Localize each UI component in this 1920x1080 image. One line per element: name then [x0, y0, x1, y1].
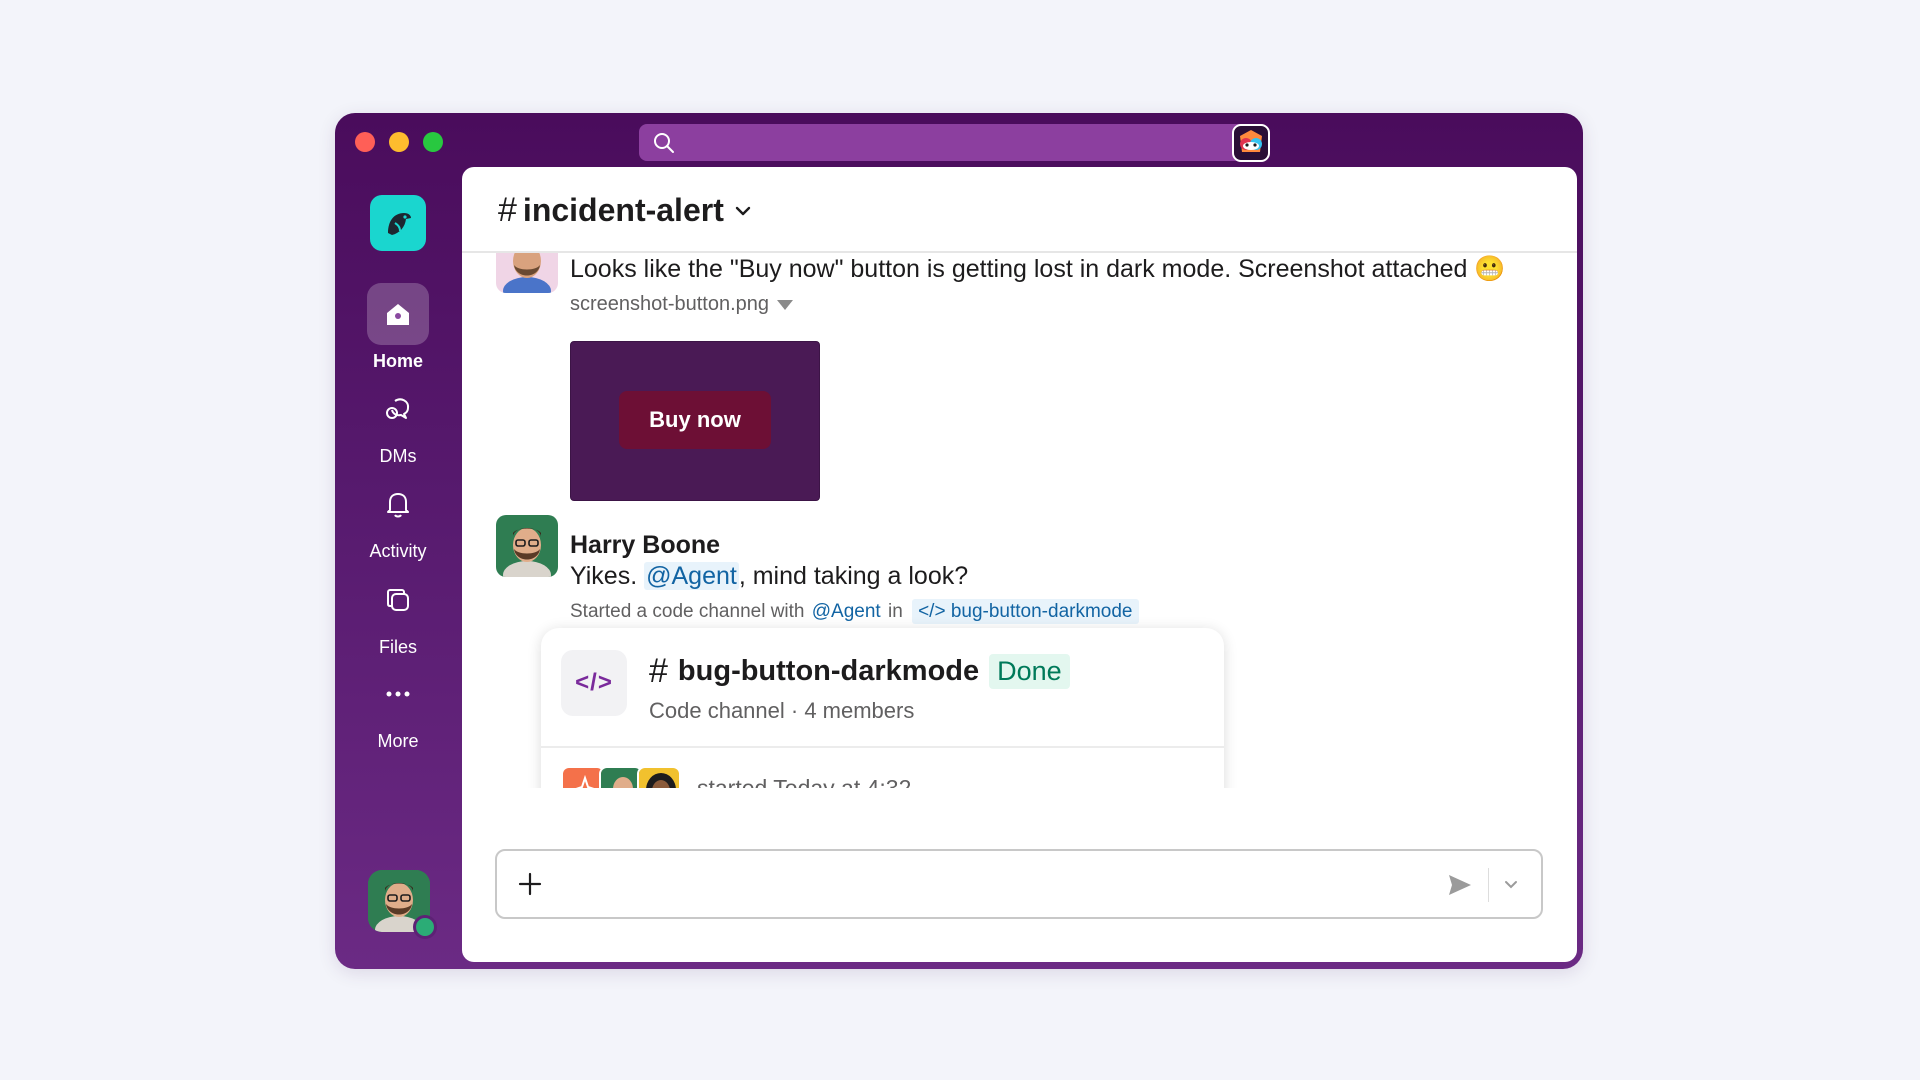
- user-photo-icon: [639, 768, 679, 788]
- sidebar-item-home[interactable]: Home: [335, 283, 461, 372]
- message-avatar[interactable]: [496, 253, 558, 293]
- search-input[interactable]: [639, 124, 1257, 161]
- card-started-time: started Today at 4:32: [697, 774, 912, 789]
- message-avatar[interactable]: [496, 515, 558, 577]
- sidebar-item-label: More: [377, 731, 419, 751]
- bell-icon: [367, 473, 429, 535]
- card-title: # bug-button-darkmode Done: [649, 652, 1070, 691]
- attach-button[interactable]: [517, 871, 543, 902]
- ai-assistant-button[interactable]: [1232, 124, 1270, 162]
- presence-indicator: [413, 915, 437, 939]
- divider: [1488, 868, 1489, 902]
- screenshot-preview[interactable]: Buy now: [570, 341, 820, 501]
- plus-icon: [518, 872, 542, 896]
- sidebar-item-label: Files: [378, 637, 417, 657]
- chevron-down-icon: [735, 206, 751, 215]
- minimize-window-button[interactable]: [389, 132, 409, 152]
- send-options-button[interactable]: [1503, 878, 1519, 897]
- send-button[interactable]: [1447, 873, 1473, 902]
- code-channel-card[interactable]: </> # bug-button-darkmode Done Code chan…: [541, 628, 1224, 788]
- sidebar: Home DMs Activity Files More: [335, 173, 461, 969]
- mention-link[interactable]: @Agent: [810, 601, 883, 622]
- status-badge: Done: [989, 654, 1070, 689]
- channel-header: # incident-alert: [462, 167, 1577, 253]
- sidebar-item-more[interactable]: More: [335, 663, 461, 752]
- message-author[interactable]: Harry Boone: [570, 531, 720, 560]
- zoom-window-button[interactable]: [423, 132, 443, 152]
- workspace-logo[interactable]: [370, 195, 426, 251]
- message-text: Looks like the "Buy now" button is getti…: [570, 255, 1506, 283]
- grimace-emoji-icon: 😬: [1474, 255, 1506, 283]
- channel-title[interactable]: # incident-alert: [498, 191, 754, 230]
- preview-buy-now-button: Buy now: [619, 391, 771, 449]
- ai-assistant-icon: [1240, 130, 1262, 152]
- search-icon: [654, 133, 674, 153]
- user-avatar[interactable]: [368, 870, 437, 939]
- sidebar-item-files[interactable]: Files: [335, 569, 461, 658]
- hash-icon: #: [649, 652, 668, 690]
- attachment-filename[interactable]: screenshot-button.png: [570, 293, 794, 316]
- message-list: Looks like the "Buy now" button is getti…: [462, 253, 1577, 788]
- card-subtitle: Code channel · 4 members: [649, 698, 915, 723]
- channel-view: # incident-alert Looks like the "Buy now…: [462, 167, 1577, 962]
- sidebar-item-label: Home: [372, 351, 423, 371]
- code-channel-link[interactable]: </> bug-button-darkmode: [912, 599, 1139, 624]
- user-photo-icon: [496, 515, 558, 577]
- divider: [541, 746, 1224, 748]
- app-window: Home DMs Activity Files More # incident-…: [335, 113, 1583, 969]
- caret-down-icon[interactable]: [777, 299, 794, 310]
- dms-icon: [367, 378, 429, 440]
- message-text: Yikes. @Agent, mind taking a look?: [570, 562, 969, 590]
- channel-name: incident-alert: [522, 192, 724, 228]
- chevron-down-icon: [1505, 881, 1517, 889]
- close-window-button[interactable]: [355, 132, 375, 152]
- sidebar-item-activity[interactable]: Activity: [335, 473, 461, 562]
- code-icon: </>: [561, 650, 627, 716]
- system-message: Started a code channel with @Agent in </…: [570, 599, 1139, 624]
- member-avatar: [637, 766, 681, 788]
- home-icon: [367, 283, 429, 345]
- files-icon: [367, 569, 429, 631]
- bird-logo-icon: [388, 213, 411, 235]
- message-composer[interactable]: [495, 849, 1543, 919]
- card-footer: started Today at 4:32: [561, 765, 911, 788]
- sidebar-item-dms[interactable]: DMs: [335, 378, 461, 467]
- hash-icon: #: [498, 191, 517, 229]
- user-photo-icon: [496, 253, 558, 293]
- send-icon: [1449, 875, 1471, 895]
- sidebar-item-label: Activity: [369, 541, 427, 561]
- more-icon: [367, 663, 429, 725]
- mention-link[interactable]: @Agent: [644, 562, 739, 590]
- sidebar-item-label: DMs: [379, 446, 417, 466]
